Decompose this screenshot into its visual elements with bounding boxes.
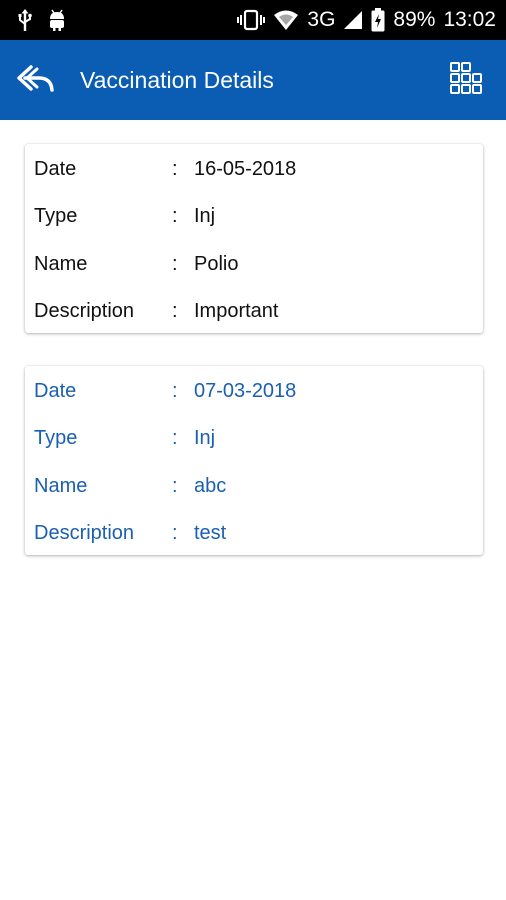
- date-row: Date : 07-03-2018: [25, 376, 483, 406]
- battery-percent: 89%: [393, 8, 436, 31]
- description-label: Description: [34, 300, 135, 322]
- usb-icon: [16, 8, 34, 32]
- date-value: 07-03-2018: [194, 380, 297, 402]
- separator: :: [172, 522, 178, 544]
- grid-menu-button[interactable]: [436, 40, 496, 120]
- grid-icon: [449, 61, 483, 100]
- type-row: Type : Inj: [25, 201, 483, 231]
- page-title: Vaccination Details: [80, 66, 274, 93]
- description-row: Description : test: [25, 518, 483, 548]
- description-value: test: [194, 522, 227, 544]
- separator: :: [172, 380, 178, 402]
- description-value: Important: [194, 300, 279, 322]
- status-bar: 3G 89% 13:02: [0, 0, 506, 40]
- app-bar: Vaccination Details: [0, 40, 506, 120]
- name-value: Polio: [194, 253, 239, 275]
- name-label: Name: [34, 475, 88, 497]
- separator: :: [172, 205, 178, 227]
- name-label: Name: [34, 253, 88, 275]
- android-debug-icon: [46, 8, 68, 32]
- type-value: Inj: [194, 205, 216, 227]
- date-label: Date: [34, 158, 77, 180]
- name-row: Name : abc: [25, 471, 483, 501]
- date-label: Date: [34, 380, 77, 402]
- status-right: 3G 89% 13:02: [237, 8, 496, 32]
- reply-arrow-icon: [15, 63, 55, 98]
- name-value: abc: [194, 475, 227, 497]
- vibrate-icon: [237, 9, 266, 31]
- separator: :: [172, 427, 178, 449]
- vaccination-card[interactable]: Date : 07-03-2018 Type : Inj Name : abc …: [25, 366, 483, 555]
- signal-icon: [343, 10, 363, 30]
- battery-charging-icon: [371, 8, 385, 32]
- separator: :: [172, 475, 178, 497]
- date-row: Date : 16-05-2018: [25, 154, 483, 184]
- type-row: Type : Inj: [25, 423, 483, 453]
- date-value: 16-05-2018: [194, 158, 297, 180]
- vaccination-card[interactable]: Date : 16-05-2018 Type : Inj Name : Poli…: [25, 144, 483, 333]
- separator: :: [172, 300, 178, 322]
- description-label: Description: [34, 522, 135, 544]
- wifi-icon: [273, 9, 299, 31]
- type-label: Type: [34, 205, 78, 227]
- description-row: Description : Important: [25, 296, 483, 326]
- type-value: Inj: [194, 427, 216, 449]
- status-left: [16, 8, 68, 32]
- separator: :: [172, 158, 178, 180]
- network-type-text: 3G: [307, 8, 336, 31]
- clock: 13:02: [443, 8, 496, 31]
- name-row: Name : Polio: [25, 249, 483, 279]
- type-label: Type: [34, 427, 78, 449]
- back-button[interactable]: [0, 40, 70, 120]
- separator: :: [172, 253, 178, 275]
